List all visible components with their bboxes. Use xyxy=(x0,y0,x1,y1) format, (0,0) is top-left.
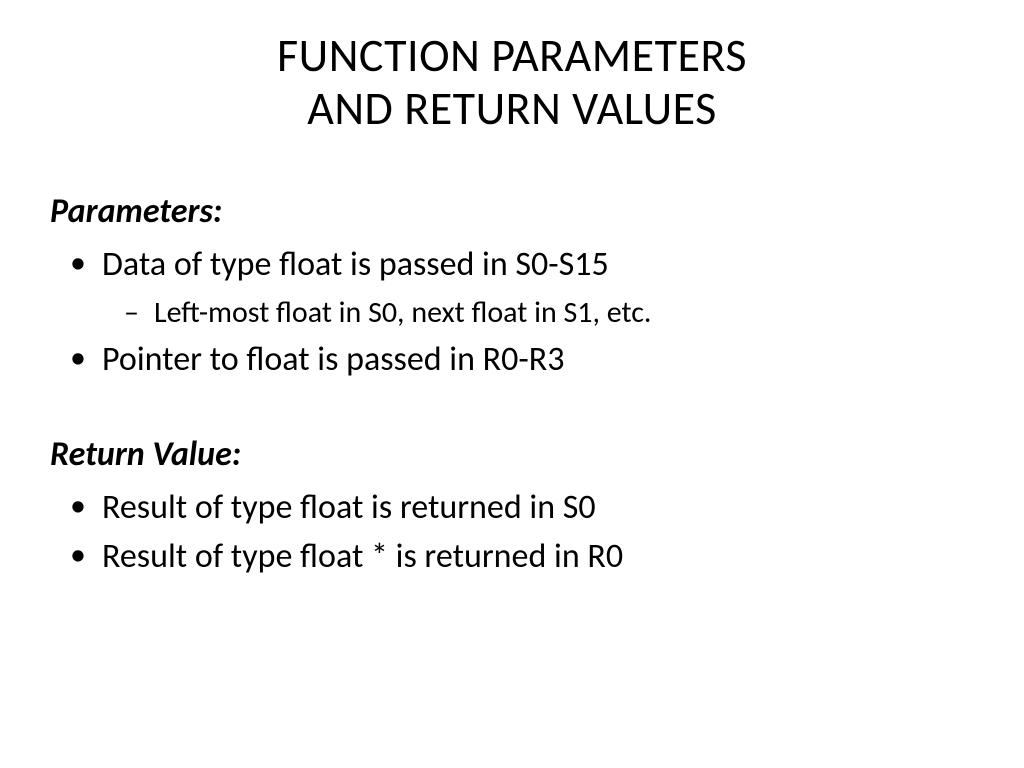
sublist: Left-most float in S0, next float in S1,… xyxy=(102,291,984,335)
list-item: Result of type float * is returned in R0 xyxy=(50,532,984,581)
list-item-text: Data of type float is passed in S0-S15 xyxy=(102,244,609,285)
parameters-heading: Parameters: xyxy=(50,191,984,232)
list-item: Pointer to float is passed in R0-R3 xyxy=(50,335,984,384)
title-line-1: FUNCTION PARAMETERS xyxy=(277,28,747,84)
list-item: Result of type float is returned in S0 xyxy=(50,483,984,532)
list-item-text: Result of type float is returned in S0 xyxy=(102,487,596,528)
slide-title: FUNCTION PARAMETERS AND RETURN VALUES xyxy=(40,30,984,136)
list-item-text: Pointer to float is passed in R0-R3 xyxy=(102,339,564,380)
list-item: Data of type float is passed in S0-S15 L… xyxy=(50,240,984,335)
title-line-2: AND RETURN VALUES xyxy=(307,81,717,137)
return-value-heading: Return Value: xyxy=(50,434,984,475)
slide-content: Parameters: Data of type float is passed… xyxy=(40,191,984,582)
list-item-text: Left-most float in S0, next float in S1,… xyxy=(154,294,652,331)
return-value-list: Result of type float is returned in S0 R… xyxy=(50,483,984,582)
parameters-list: Data of type float is passed in S0-S15 L… xyxy=(50,240,984,384)
list-item-text: Result of type float * is returned in R0 xyxy=(102,536,623,577)
list-item: Left-most float in S0, next float in S1,… xyxy=(102,291,984,335)
